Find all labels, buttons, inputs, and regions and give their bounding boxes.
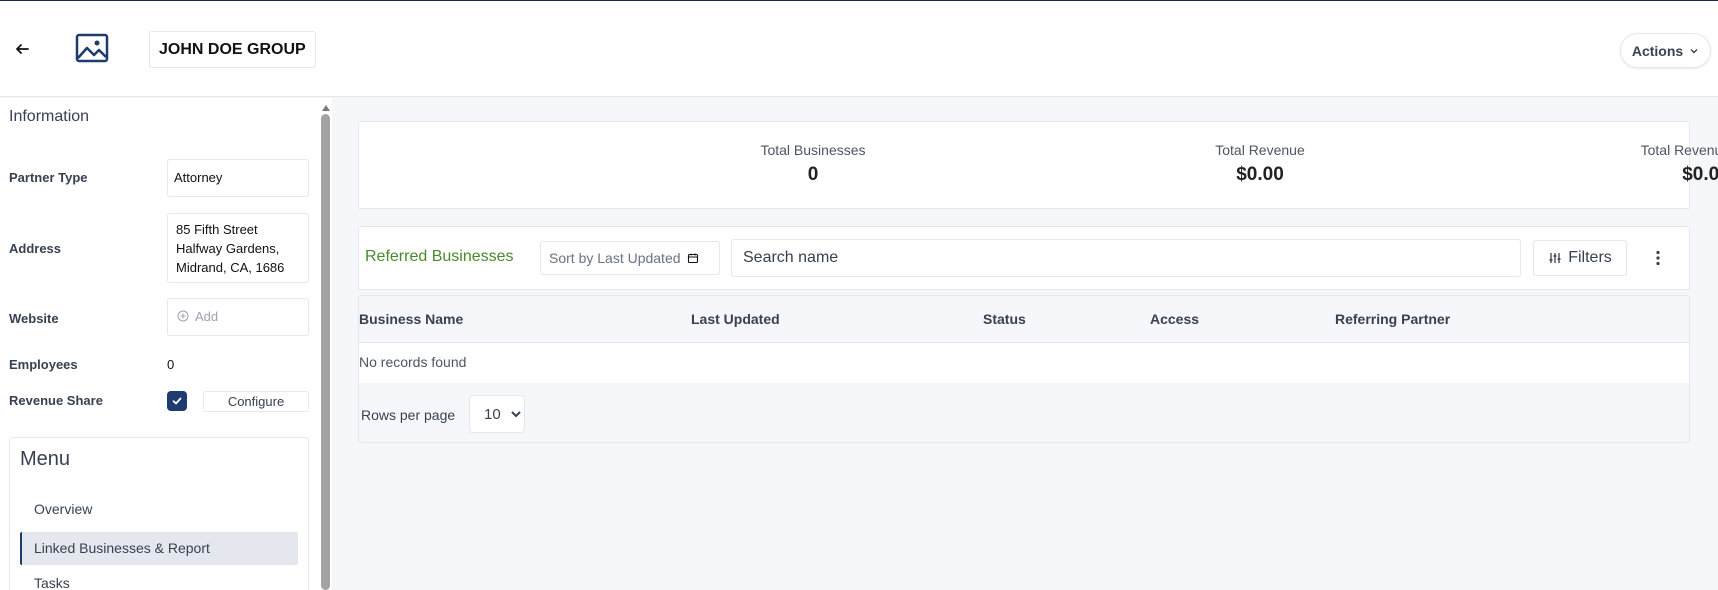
stat-label: Total Businesses — [760, 142, 866, 158]
revenue-share-checkbox[interactable] — [167, 391, 187, 411]
stat-total-revenue-share: Total Revenue Share $0.00 — [1586, 142, 1718, 186]
image-placeholder-icon — [75, 33, 109, 63]
address-line-3: Midrand, CA, 1686 — [176, 260, 285, 275]
filters-label: Filters — [1568, 249, 1612, 266]
empty-message: No records found — [359, 354, 467, 370]
column-header-status[interactable]: Status — [983, 311, 1026, 327]
stat-total-revenue: Total Revenue $0.00 — [1140, 142, 1380, 186]
column-header-business-name[interactable]: Business Name — [359, 311, 463, 327]
website-placeholder: Add — [195, 309, 219, 324]
add-circle-icon — [177, 300, 189, 336]
employees-label: Employees — [9, 357, 78, 372]
address-label: Address — [9, 241, 62, 256]
rows-per-page-select[interactable]: 10 — [469, 395, 525, 433]
stats-card: Total Businesses 0 Total Revenue $0.00 T… — [358, 121, 1718, 209]
stat-total-businesses: Total Businesses 0 — [693, 142, 933, 186]
rows-per-page-label: Rows per page — [361, 407, 456, 423]
employees-value: 0 — [167, 357, 175, 372]
sort-dropdown[interactable]: Sort by Last Updated — [540, 241, 720, 275]
back-arrow-icon[interactable] — [12, 39, 32, 59]
referred-businesses-table: Business Name Last Updated Status Access… — [358, 295, 1690, 443]
checkmark-icon — [172, 397, 182, 405]
stat-value: 0 — [807, 164, 819, 185]
table-header: Business Name Last Updated Status Access… — [359, 296, 1689, 343]
stat-label: Total Revenue — [1215, 142, 1305, 158]
more-vertical-icon[interactable] — [1649, 249, 1667, 267]
referred-toolbar: Referred Businesses Sort by Last Updated… — [358, 226, 1690, 290]
menu-item-tasks[interactable]: Tasks — [20, 567, 298, 590]
website-label: Website — [9, 311, 59, 326]
address-line-2: Halfway Gardens, — [176, 241, 280, 256]
website-field[interactable]: Add — [167, 298, 309, 336]
column-header-access[interactable]: Access — [1150, 311, 1199, 327]
actions-label: Actions — [1631, 42, 1684, 59]
sidebar-scrollbar-thumb[interactable] — [321, 114, 330, 590]
calendar-icon — [687, 253, 698, 264]
sliders-icon — [1549, 253, 1561, 263]
table-empty-row: No records found — [359, 343, 1689, 383]
stat-label: Total Revenue Share — [1640, 142, 1718, 158]
column-header-last-updated[interactable]: Last Updated — [691, 311, 780, 327]
stat-value: $0.00 — [1682, 164, 1718, 185]
menu-title: Menu — [20, 448, 71, 470]
referred-businesses-title: Referred Businesses — [365, 248, 514, 265]
column-header-referring-partner[interactable]: Referring Partner — [1335, 311, 1450, 327]
stat-value: $0.00 — [1236, 164, 1284, 185]
actions-button[interactable]: Actions — [1620, 33, 1711, 68]
menu-card: Menu Overview Linked Businesses & Report… — [9, 437, 309, 590]
menu-item-overview[interactable]: Overview — [20, 493, 298, 526]
address-line-1: 85 Fifth Street — [176, 222, 258, 237]
partner-type-field[interactable]: Attorney — [167, 159, 309, 197]
address-field[interactable]: 85 Fifth Street Halfway Gardens, Midrand… — [167, 213, 309, 283]
information-title: Information — [9, 108, 90, 125]
search-name-input[interactable] — [731, 239, 1521, 277]
sidebar: Information Partner Type Attorney Addres… — [0, 98, 320, 590]
sort-label: Sort by Last Updated — [549, 250, 681, 266]
revenue-share-label: Revenue Share — [9, 393, 103, 408]
scroll-up-arrow-icon[interactable] — [321, 100, 331, 111]
menu-item-linked-businesses[interactable]: Linked Businesses & Report — [20, 532, 298, 565]
page-header: JOHN DOE GROUP Actions — [0, 1, 1718, 97]
chevron-down-icon — [1690, 48, 1698, 53]
filters-button[interactable]: Filters — [1533, 240, 1627, 276]
configure-button[interactable]: Configure — [203, 391, 309, 412]
company-name: JOHN DOE GROUP — [149, 31, 316, 68]
partner-type-label: Partner Type — [9, 170, 88, 185]
